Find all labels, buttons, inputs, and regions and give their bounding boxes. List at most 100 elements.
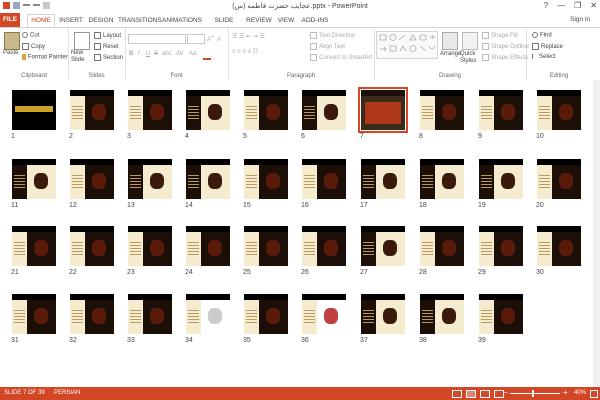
zoom-slider-thumb[interactable] [532, 390, 534, 397]
copy-button[interactable]: Copy [22, 43, 45, 50]
layout-button[interactable]: Layout [94, 32, 121, 39]
paste-button[interactable]: Paste [3, 50, 18, 56]
slide-thumbnail[interactable] [70, 90, 114, 130]
select-button[interactable]: Select [532, 54, 556, 60]
format-painter-button[interactable]: Format Painter [22, 54, 68, 61]
slide-thumbnail[interactable] [128, 159, 172, 199]
reset-button[interactable]: Reset [94, 43, 119, 50]
tab-add-ins[interactable]: ADD-INS [300, 15, 330, 27]
new-slide-button[interactable]: New Slide [71, 50, 91, 64]
slide-thumbnail[interactable] [537, 226, 581, 266]
slide-thumbnail[interactable] [420, 226, 464, 266]
slide-thumbnail[interactable] [12, 226, 56, 266]
alignment-icons[interactable]: ≡ ≡ ≡ ≡ ☷ [232, 48, 258, 55]
slide-thumbnail[interactable] [361, 226, 405, 266]
fit-to-window-icon[interactable] [590, 390, 598, 398]
font-name-combo[interactable] [128, 34, 186, 44]
shadow-button[interactable]: abc [162, 51, 172, 57]
quick-styles-icon[interactable] [462, 32, 478, 50]
slide-thumbnail[interactable] [12, 90, 56, 130]
minimize-button[interactable]: — [557, 1, 565, 10]
slide-thumbnail[interactable] [479, 159, 523, 199]
grow-font-button[interactable]: A+ [207, 34, 214, 43]
slide-thumbnail[interactable] [128, 294, 172, 334]
slide-thumbnail[interactable] [186, 159, 230, 199]
slide-thumbnail[interactable] [70, 159, 114, 199]
tab-home[interactable]: HOME [27, 14, 55, 28]
zoom-in-button[interactable]: + [563, 388, 568, 397]
tab-design[interactable]: DESIGN [88, 15, 114, 27]
slide-thumbnail[interactable] [361, 159, 405, 199]
slide-thumbnail[interactable] [479, 226, 523, 266]
tab-view[interactable]: VIEW [276, 15, 296, 27]
slide-thumbnail[interactable] [244, 159, 288, 199]
slide-thumbnail[interactable] [244, 226, 288, 266]
char-spacing-button[interactable]: AV [176, 51, 184, 57]
zoom-out-button[interactable]: − [503, 388, 508, 397]
change-case-button[interactable]: Aa [189, 51, 196, 57]
arrange-icon[interactable] [442, 32, 458, 50]
slide-thumbnail[interactable] [537, 159, 581, 199]
replace-button[interactable]: Replace [532, 43, 563, 50]
slide-thumbnail[interactable] [420, 294, 464, 334]
font-size-combo[interactable] [187, 34, 205, 44]
tab-review[interactable]: REVIEW [246, 15, 272, 27]
tab-transitions[interactable]: TRANSITIONS [118, 15, 162, 27]
slide-thumbnail[interactable] [358, 87, 408, 133]
reading-view-icon[interactable] [480, 390, 490, 398]
slide-thumbnail[interactable] [244, 90, 288, 130]
italic-button[interactable]: I [138, 51, 140, 57]
underline-button[interactable]: U [146, 51, 150, 57]
arrange-button[interactable]: Arrange [440, 51, 461, 57]
paste-icon[interactable] [4, 32, 20, 50]
slide-thumbnail[interactable] [420, 159, 464, 199]
slide-thumbnail[interactable] [128, 90, 172, 130]
cut-button[interactable]: Cut [22, 32, 39, 39]
section-button[interactable]: Section [94, 54, 123, 61]
restore-button[interactable]: ❐ [574, 1, 581, 10]
slide-thumbnail[interactable] [302, 159, 346, 199]
slide-thumbnail[interactable] [12, 294, 56, 334]
slide-thumbnail[interactable] [70, 294, 114, 334]
bold-button[interactable]: B [129, 51, 133, 57]
tab-file[interactable]: FILE [0, 13, 20, 27]
find-button[interactable]: Find [532, 32, 552, 39]
tab-animations[interactable]: ANIMATIONS [162, 15, 202, 27]
shrink-font-button[interactable]: A- [217, 34, 223, 43]
slide-thumbnail[interactable] [420, 90, 464, 130]
shapes-gallery[interactable] [376, 31, 438, 59]
slide-thumbnail[interactable] [244, 294, 288, 334]
close-button[interactable]: ✕ [590, 1, 597, 10]
convert-smartart-button[interactable]: Convert to SmartArt [310, 54, 372, 61]
zoom-slider[interactable] [510, 393, 560, 394]
vertical-scrollbar[interactable] [593, 80, 600, 387]
language-indicator[interactable]: PERSIAN [54, 390, 80, 396]
slide-thumbnail[interactable] [302, 90, 346, 130]
tab-insert[interactable]: INSERT [58, 15, 84, 27]
slide-thumbnail[interactable] [479, 294, 523, 334]
slide-thumbnail[interactable] [70, 226, 114, 266]
slide-thumbnail[interactable] [537, 90, 581, 130]
font-color-icon[interactable] [203, 58, 211, 60]
normal-view-icon[interactable] [452, 390, 462, 398]
slide-thumbnail[interactable] [12, 159, 56, 199]
slide-thumbnail[interactable] [186, 226, 230, 266]
help-button[interactable]: ? [544, 1, 548, 10]
slide-thumbnail[interactable] [302, 294, 346, 334]
sign-in-link[interactable]: Sign in [570, 16, 590, 23]
slide-thumbnail[interactable] [302, 226, 346, 266]
quick-styles-button[interactable]: Quick Styles [460, 51, 480, 65]
slide-thumbnail[interactable] [128, 226, 172, 266]
slide-thumbnail[interactable] [479, 90, 523, 130]
bullets-icon[interactable]: ☰ ☰ ⇤ ⇥ ☰ [232, 33, 265, 40]
slide-thumbnail[interactable] [186, 294, 230, 334]
strikethrough-button[interactable]: S [154, 51, 158, 57]
slide-thumbnail[interactable] [186, 90, 230, 130]
shape-fill-button[interactable]: Shape Fill [482, 32, 518, 39]
new-slide-icon[interactable] [74, 32, 90, 50]
slide-thumbnail[interactable] [361, 294, 405, 334]
tab-slide-show[interactable]: SLIDE SHOW [206, 15, 242, 36]
text-direction-button[interactable]: Text Direction [310, 32, 355, 39]
align-text-button[interactable]: Align Text [310, 43, 345, 50]
slide-sorter-view-icon[interactable] [466, 390, 476, 398]
